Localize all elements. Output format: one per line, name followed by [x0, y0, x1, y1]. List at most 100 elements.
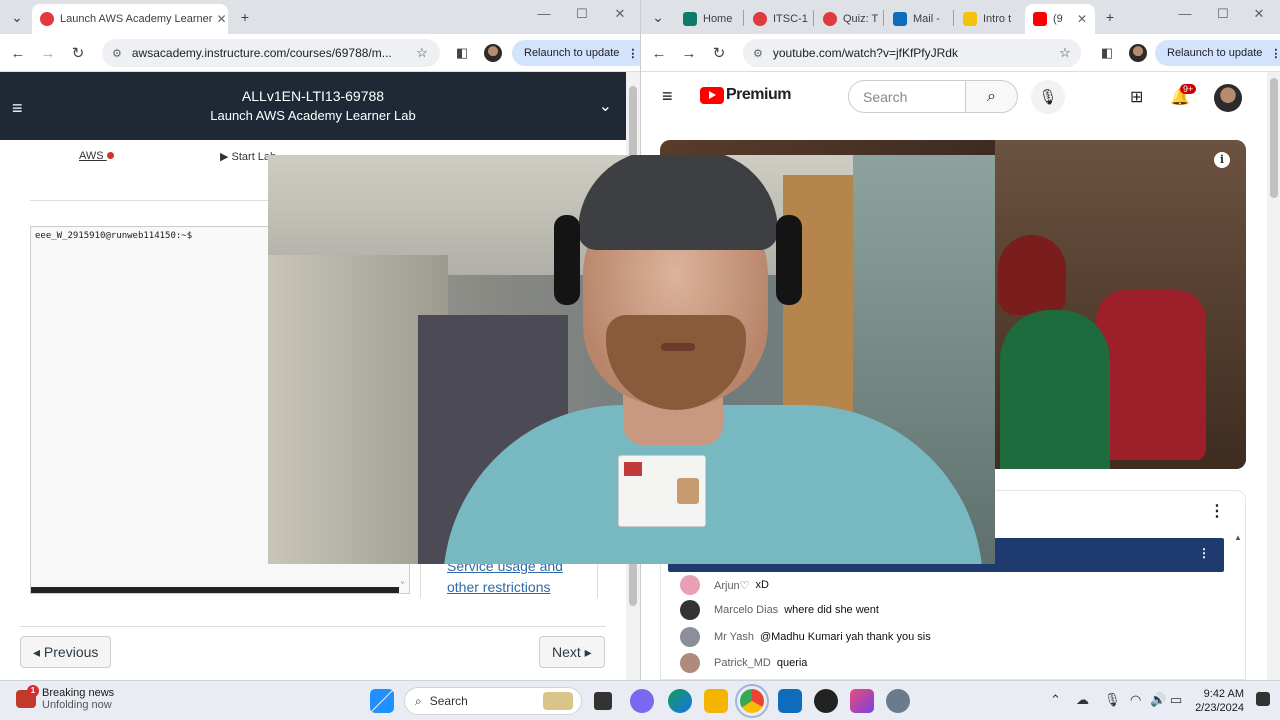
taskbar-search[interactable]: ⌕ Search	[404, 687, 582, 715]
close-window-button[interactable]: ✕	[1249, 6, 1269, 22]
left-toolbar: ← → ↻ ⚙ awsacademy.instructure.com/cours…	[0, 34, 640, 72]
tab-aws-academy[interactable]: Launch AWS Academy Learner ✕	[32, 4, 228, 34]
reload-button[interactable]: ↻	[68, 43, 88, 63]
back-button[interactable]: ←	[649, 43, 669, 63]
tab-label: Quiz: T	[843, 13, 879, 25]
terminal-scroll-icon[interactable]: ⌄	[400, 576, 405, 585]
task-view-icon[interactable]	[594, 692, 612, 710]
hamburger-menu-icon[interactable]: ≡	[12, 98, 23, 119]
other-restrictions-link[interactable]: other restrictions	[447, 577, 597, 598]
yt-search-input[interactable]: Search	[848, 80, 966, 113]
tab-separator	[743, 10, 744, 26]
wifi-icon[interactable]: ◠	[1130, 692, 1141, 708]
avatar	[680, 575, 700, 595]
tab-intro[interactable]: Intro t	[955, 4, 1021, 34]
tab-label: Mail -	[913, 13, 940, 25]
side-panel-icon[interactable]: ◧	[1097, 43, 1117, 63]
windows-start-icon[interactable]	[370, 689, 394, 713]
aws-link[interactable]: AWS	[79, 150, 114, 162]
close-window-button[interactable]: ✕	[610, 6, 630, 22]
address-bar[interactable]: ⚙ youtube.com/watch?v=jfKfPfyJRdk	[743, 39, 1081, 67]
chat-scroll-up-icon[interactable]: ▲	[1234, 533, 1242, 542]
relaunch-button[interactable]: Relaunch to update ⋮	[512, 40, 640, 66]
tab-title: Launch AWS Academy Learner	[60, 13, 213, 25]
tab-search-button[interactable]: ⌄	[6, 6, 28, 28]
tray-expand-icon[interactable]: ⌃	[1050, 692, 1061, 708]
minimize-button[interactable]: —	[534, 6, 554, 21]
microphone-icon: 🎙	[1038, 89, 1058, 106]
chat-author[interactable]: Patrick_MD	[714, 657, 771, 669]
microphone-icon[interactable]: 🎙	[1104, 692, 1121, 708]
forward-button[interactable]: →	[679, 43, 699, 63]
chat-author[interactable]: Arjun♡	[714, 579, 750, 592]
new-tab-button[interactable]: +	[1099, 6, 1121, 28]
right-scrollbar[interactable]	[1267, 72, 1280, 680]
profile-avatar[interactable]	[1129, 44, 1147, 62]
teams-chat-icon[interactable]	[630, 689, 654, 713]
settings-gear-icon[interactable]	[886, 689, 910, 713]
kebab-menu-icon: ⋮	[627, 47, 639, 60]
chat-author[interactable]: Marcelo Dias	[714, 604, 778, 616]
forward-button[interactable]: →	[38, 43, 58, 63]
search-highlight-icon	[543, 692, 573, 710]
tab-quiz[interactable]: Quiz: T	[815, 4, 881, 34]
clock-time: 9:42 AM	[1203, 688, 1244, 700]
tab-separator	[813, 10, 814, 26]
chat-menu-icon[interactable]: ⋮	[1209, 501, 1225, 521]
volume-icon[interactable]: 🔊	[1150, 692, 1166, 708]
file-explorer-icon[interactable]	[704, 689, 728, 713]
canvas-favicon-icon	[823, 12, 837, 26]
outlook-icon[interactable]	[778, 689, 802, 713]
close-tab-icon[interactable]: ✕	[212, 12, 226, 26]
bookmark-star-icon[interactable]: ☆	[1055, 43, 1075, 63]
url-text: youtube.com/watch?v=jfKfPfyJRdk	[772, 46, 958, 60]
notification-center-icon[interactable]	[1256, 692, 1270, 706]
next-button[interactable]: Next ▸	[539, 636, 605, 668]
news-widget[interactable]: 1 Breaking news Unfolding now	[16, 685, 114, 711]
chat-author[interactable]: Mr Yash	[714, 631, 754, 643]
minimize-button[interactable]: —	[1175, 6, 1195, 21]
tab-search-button[interactable]: ⌄	[647, 6, 669, 28]
yt-menu-icon[interactable]: ≡	[662, 86, 673, 107]
tab-youtube[interactable]: (9 ✕	[1025, 4, 1095, 34]
maximize-button[interactable]: ☐	[572, 6, 592, 22]
banner-menu-icon[interactable]: ⋮	[1198, 546, 1210, 560]
profile-avatar[interactable]	[484, 44, 502, 62]
side-panel-icon[interactable]: ◧	[452, 43, 472, 63]
system-clock[interactable]: 9:42 AM 2/23/2024	[1195, 687, 1244, 715]
terminal-scrollbar[interactable]	[31, 587, 399, 593]
url-text: awsacademy.instructure.com/courses/69788…	[131, 46, 392, 60]
reload-button[interactable]: ↻	[709, 43, 729, 63]
chrome-icon[interactable]	[735, 684, 769, 718]
back-button[interactable]: ←	[8, 43, 28, 63]
tab-itsc[interactable]: ITSC-1	[745, 4, 811, 34]
new-tab-button[interactable]: +	[234, 6, 256, 28]
info-icon[interactable]: i	[1214, 152, 1230, 168]
bookmark-star-icon[interactable]: ☆	[412, 43, 432, 63]
previous-button[interactable]: ◂ Previous	[20, 636, 112, 668]
relaunch-button[interactable]: Relaunch to update ⋮	[1155, 40, 1280, 66]
tab-label: ITSC-1	[773, 13, 808, 25]
site-info-icon[interactable]: ⚙	[753, 47, 763, 60]
close-tab-icon[interactable]: ✕	[1073, 12, 1087, 26]
youtube-logo[interactable]: Premium	[700, 86, 791, 104]
course-header: ≡ ALLv1EN-LTI13-69788 Launch AWS Academy…	[0, 72, 626, 140]
yt-search-button[interactable]: ⌕	[966, 80, 1018, 113]
badge-logo	[624, 462, 642, 476]
yt-account-avatar[interactable]	[1214, 84, 1242, 112]
tab-home[interactable]: Home	[675, 4, 741, 34]
chat-message: Mr Yash @Madhu Kumari yah thank you sis	[680, 626, 931, 648]
battery-icon[interactable]: ▭	[1170, 692, 1182, 708]
maximize-button[interactable]: ☐	[1213, 6, 1233, 22]
address-bar[interactable]: ⚙ awsacademy.instructure.com/courses/697…	[102, 39, 440, 67]
obs-icon[interactable]	[814, 689, 838, 713]
chevron-down-icon[interactable]: ⌄	[599, 96, 612, 116]
voice-search-button[interactable]: 🎙	[1031, 80, 1065, 114]
tab-mail[interactable]: Mail -	[885, 4, 951, 34]
onedrive-icon[interactable]: ☁	[1076, 692, 1089, 708]
create-video-icon[interactable]: ⊞	[1130, 87, 1143, 107]
scroll-thumb[interactable]	[1270, 78, 1278, 198]
edge-icon[interactable]	[668, 689, 692, 713]
clipchamp-icon[interactable]	[850, 689, 874, 713]
site-info-icon[interactable]: ⚙	[112, 47, 122, 60]
